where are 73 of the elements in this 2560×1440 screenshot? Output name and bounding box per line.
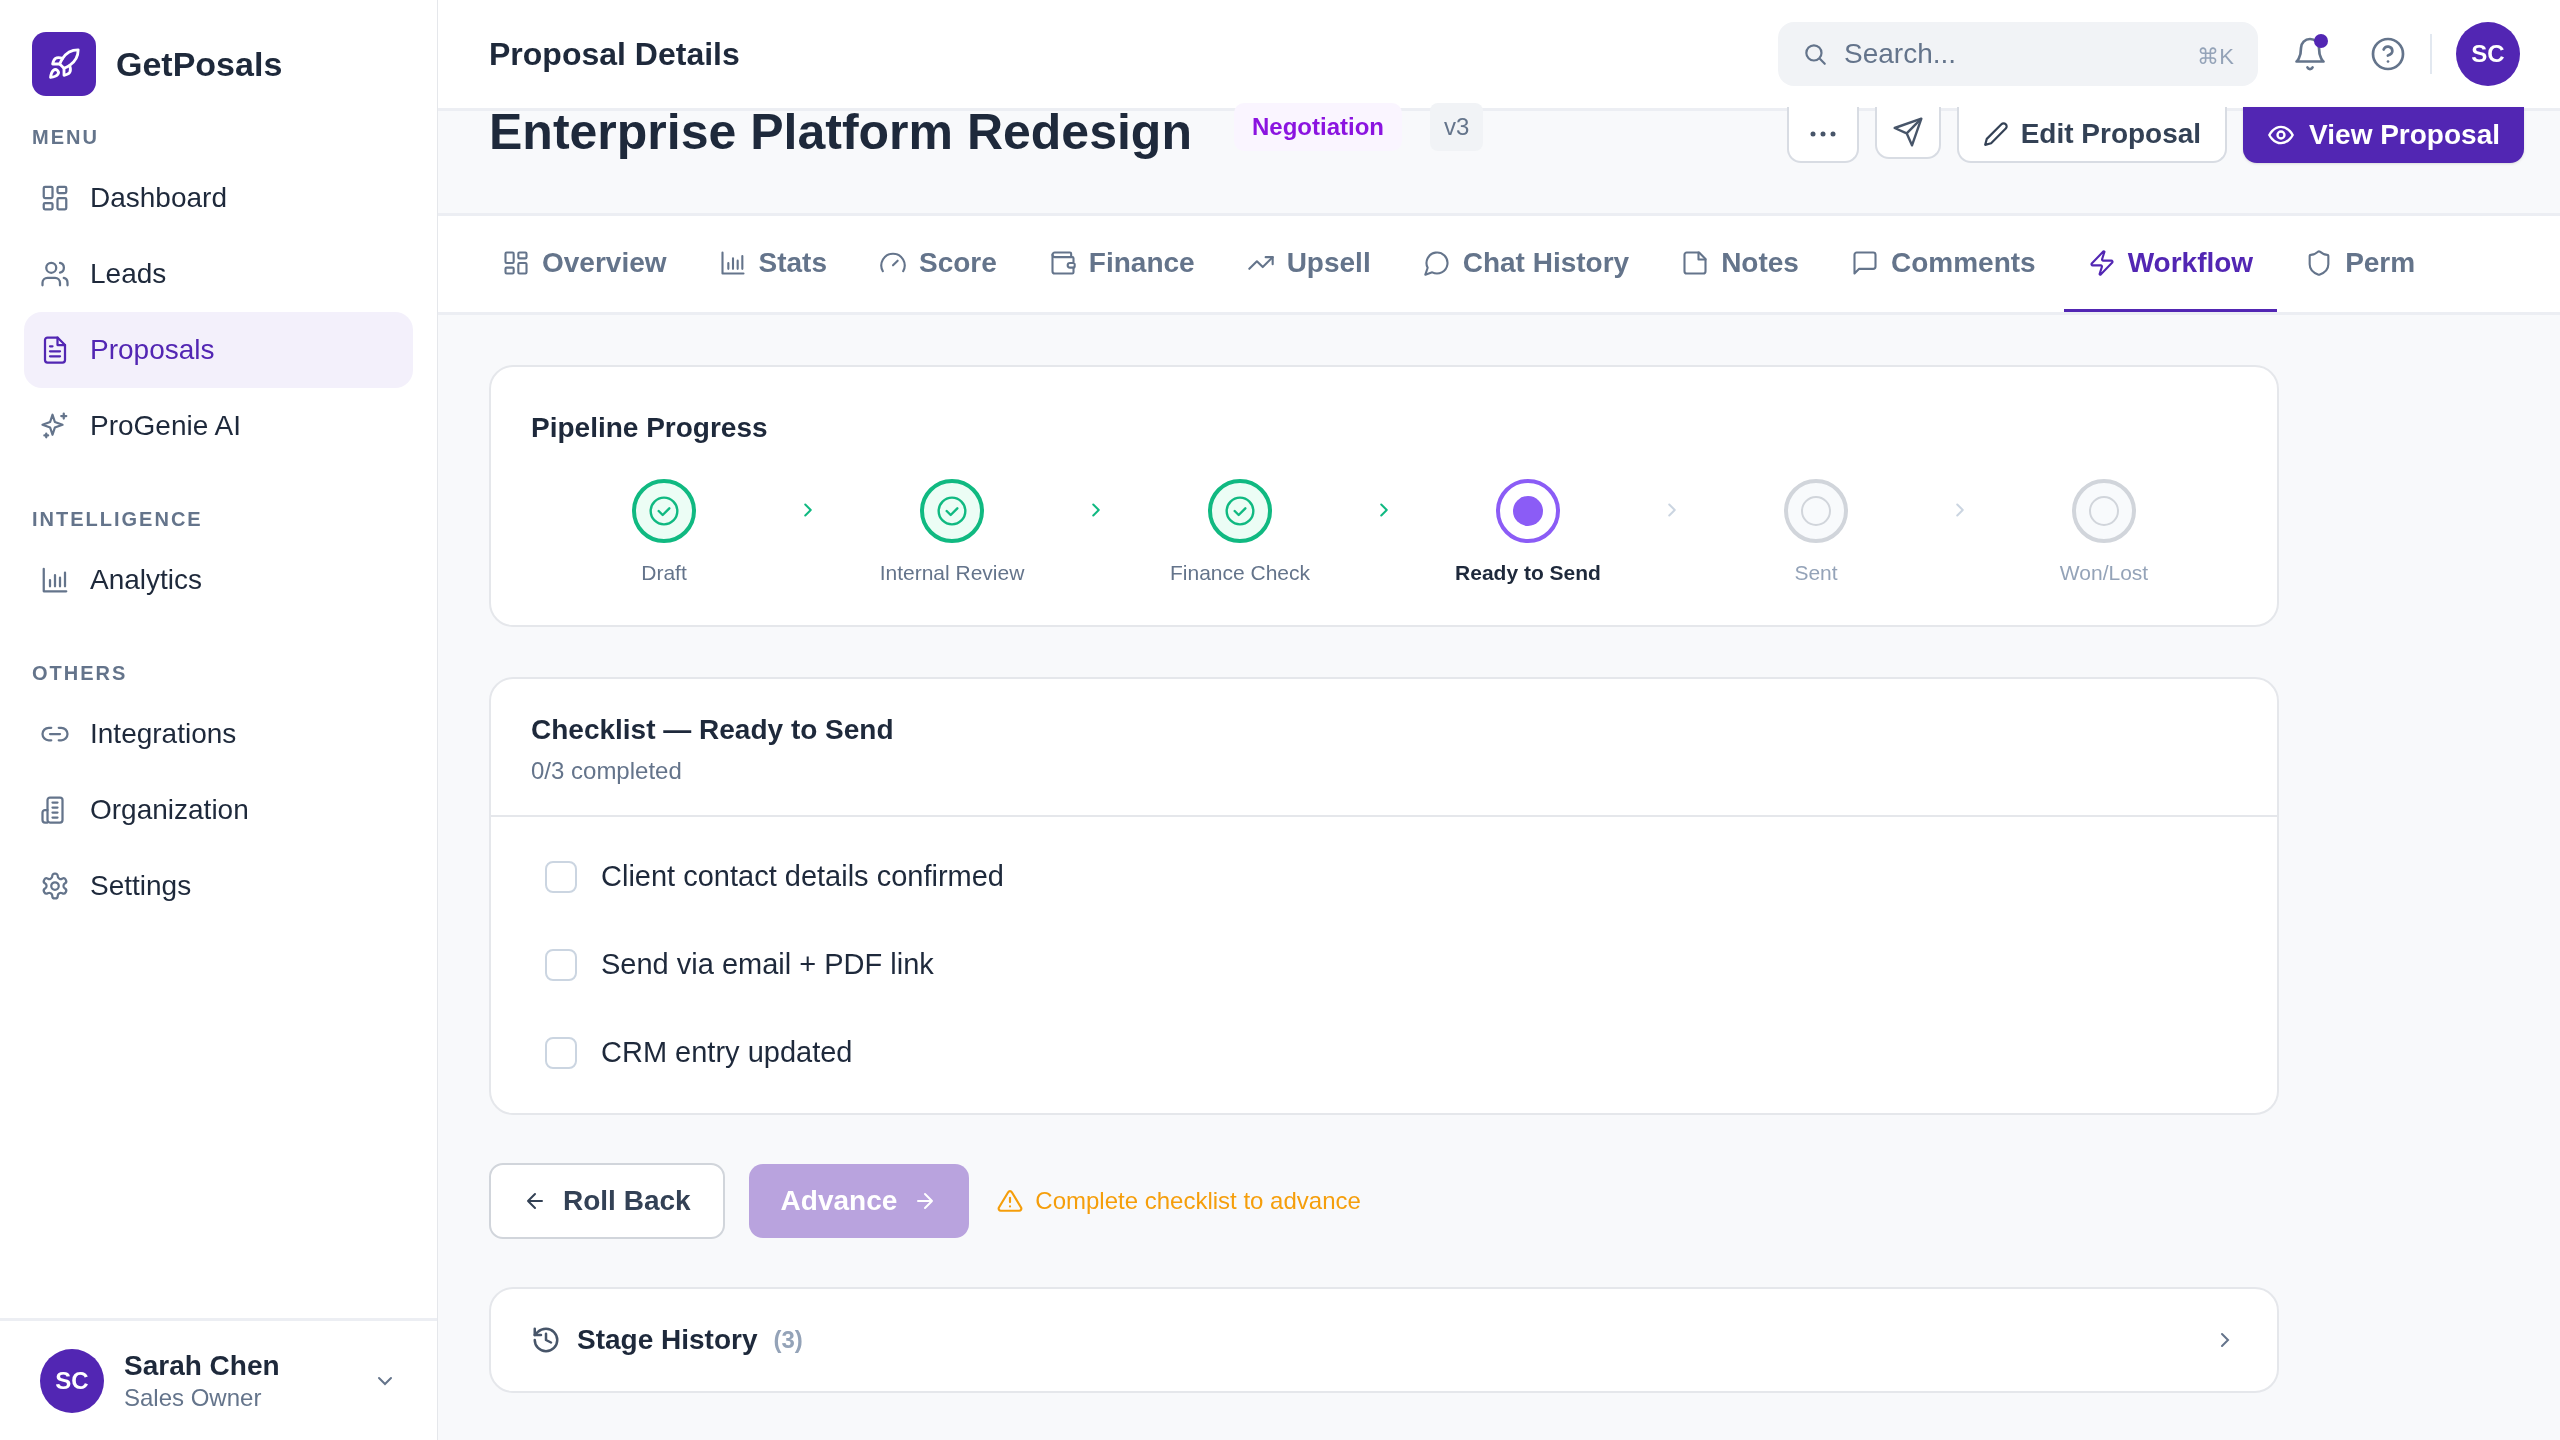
comment-icon xyxy=(1850,248,1879,277)
grid-icon xyxy=(40,183,70,213)
checkbox[interactable] xyxy=(545,948,577,981)
warning-icon xyxy=(997,1187,1024,1214)
roll-back-button[interactable]: Roll Back xyxy=(489,1162,725,1239)
stage-label: Sent xyxy=(1794,560,1838,586)
checklist-item-label: CRM entry updated xyxy=(601,1034,853,1070)
tab[interactable]: Comments xyxy=(1826,216,2060,312)
count-label: (3) xyxy=(773,1324,803,1355)
grid-icon xyxy=(502,248,530,277)
tab[interactable]: Stats xyxy=(694,216,851,312)
stage-label: Draft xyxy=(641,560,687,586)
tab[interactable]: Workflow xyxy=(2063,216,2278,312)
shortcut-hint: ⌘K xyxy=(2197,43,2234,71)
nav-item[interactable]: Settings xyxy=(24,848,413,924)
nav-item[interactable]: ProGenie AI xyxy=(24,388,413,464)
tab[interactable]: Overview xyxy=(478,216,691,312)
note-icon xyxy=(1681,248,1710,277)
view-proposal-button[interactable]: View Proposal xyxy=(2243,107,2524,163)
user-avatar[interactable]: SC xyxy=(2456,22,2520,86)
wallet-icon xyxy=(1048,248,1077,277)
send-button[interactable] xyxy=(1874,107,1941,159)
section-label: OTHERS xyxy=(31,661,129,686)
pencil-icon xyxy=(1982,121,2009,147)
nav-item[interactable]: Proposals xyxy=(24,312,413,388)
edit-proposal-button[interactable]: Edit Proposal xyxy=(1956,107,2228,163)
card-title: Checklist — Ready to Send xyxy=(531,712,895,747)
progress-text: 0/3 completed xyxy=(531,755,683,786)
section-label: INTELLIGENCE xyxy=(31,507,204,532)
checkbox[interactable] xyxy=(545,860,577,893)
stage-label: Ready to Send xyxy=(1455,560,1601,586)
help-icon[interactable] xyxy=(2370,36,2406,72)
checklist-item-label: Client contact details confirmed xyxy=(601,858,1004,894)
lightning-icon xyxy=(2087,248,2116,277)
settings-icon xyxy=(40,871,70,901)
status-badge: Negotiation xyxy=(1233,103,1402,151)
tab[interactable]: Perm xyxy=(2281,216,2440,312)
nav-item[interactable]: Integrations xyxy=(24,696,413,772)
chat-bubble-icon xyxy=(1422,248,1451,277)
nav-item[interactable]: Organization xyxy=(24,772,413,848)
tab[interactable]: Finance xyxy=(1024,216,1219,312)
tab[interactable]: Upsell xyxy=(1222,216,1395,312)
section-label: MENU xyxy=(31,125,100,150)
nav-item[interactable]: Dashboard xyxy=(24,160,413,236)
stage-history-panel[interactable]: Stage History (3) xyxy=(489,1286,2279,1393)
tab[interactable]: Score xyxy=(855,216,1021,312)
nav-item[interactable]: Leads xyxy=(24,236,413,312)
warning-message: Complete checklist to advance xyxy=(1035,1185,1361,1216)
rocket-logo-icon xyxy=(32,32,96,96)
version-badge: v3 xyxy=(1429,103,1484,151)
send-icon xyxy=(1891,116,1924,148)
card-title: Pipeline Progress xyxy=(531,411,769,445)
bar-chart-icon xyxy=(718,248,747,277)
tab[interactable]: Chat History xyxy=(1398,216,1654,312)
page-title: Proposal Details xyxy=(489,35,740,74)
more-icon xyxy=(1808,130,1837,138)
user-avatar[interactable]: SC xyxy=(40,1348,104,1413)
stage-label: Finance Check xyxy=(1169,560,1311,586)
checklist-item-label: Send via email + PDF link xyxy=(601,946,934,982)
sparkles-icon xyxy=(40,411,70,441)
checkbox[interactable] xyxy=(545,1036,577,1069)
user-role: Sales Owner xyxy=(124,1383,263,1413)
brand-name: GetPosals xyxy=(116,43,283,85)
stage-label: Won/Lost xyxy=(2059,560,2149,586)
bar-chart-icon xyxy=(40,565,70,595)
user-name: Sarah Chen xyxy=(124,1349,281,1383)
tab[interactable]: Notes xyxy=(1657,216,1823,312)
proposal-title: Enterprise Platform Redesign xyxy=(489,107,1192,157)
section-title: Stage History xyxy=(577,1322,758,1357)
users-icon xyxy=(40,259,70,289)
search-icon xyxy=(1802,41,1828,67)
nav-item[interactable]: Analytics xyxy=(24,542,413,618)
stage-label: Internal Review xyxy=(879,560,1025,586)
